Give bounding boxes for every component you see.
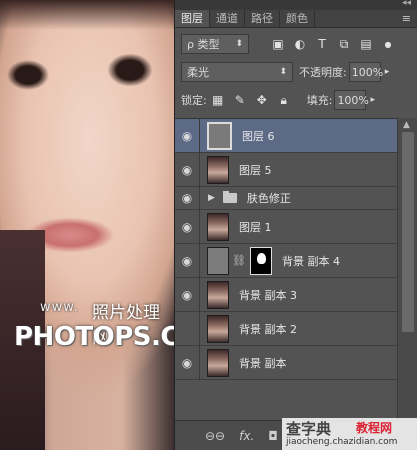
fx-icon[interactable]: fx. [239, 429, 254, 443]
filter-type-icon[interactable]: T [311, 37, 333, 51]
layer-name[interactable]: 图层 6 [242, 128, 275, 144]
blend-mode-value: 柔光 [187, 66, 209, 79]
tab-channels[interactable]: 通道 [210, 10, 245, 27]
layer-row[interactable]: ◉ 背景 副本 [175, 345, 397, 380]
layer-name[interactable]: 背景 副本 4 [282, 253, 340, 269]
filter-smartobject-icon[interactable]: ▤ [355, 37, 377, 51]
watermark-tag: 教程网 [356, 421, 393, 435]
divider [199, 186, 200, 210]
chain-link-icon[interactable]: ⛓ [232, 254, 246, 267]
layer-row[interactable]: ◉ 背景 副本 3 [175, 277, 397, 312]
tab-paths[interactable]: 路径 [245, 10, 280, 27]
watermark-url: www. [40, 300, 79, 315]
layer-name[interactable]: 肤色修正 [247, 190, 291, 206]
filter-type-select[interactable]: ρ 类型 ⬍ [181, 34, 249, 54]
lock-row: 锁定: ▦ ✎ ✥ 🔒︎ 填充: 100% ▸ [175, 86, 417, 114]
eye-icon[interactable]: ◉ [175, 322, 199, 336]
lock-transparency-icon[interactable]: ▦ [207, 93, 229, 107]
collapse-icon[interactable]: ◂◂ [402, 0, 411, 8]
filter-toggle-icon[interactable]: ● [377, 40, 399, 49]
fill-input[interactable]: 100% [334, 90, 369, 110]
chevron-updown-icon: ⬍ [235, 39, 243, 49]
photo-canvas: www. 照片处理网 PHOTOPS.COM [0, 0, 226, 450]
eye-icon[interactable]: ◉ [175, 254, 199, 268]
folder-icon [222, 191, 237, 203]
link-layers-icon[interactable]: ⊖⊖ [205, 429, 225, 443]
layer-row[interactable]: ◉ 图层 6 [175, 119, 397, 153]
add-mask-icon[interactable]: ◘ [268, 429, 278, 443]
opacity-label: 不透明度: [299, 66, 347, 79]
blend-mode-select[interactable]: 柔光 ⬍ [181, 62, 293, 82]
lock-label: 锁定: [181, 94, 207, 107]
site-watermark: 查字典 教程网 jiaocheng.chazidian.com [282, 418, 417, 450]
fill-dropdown-icon[interactable]: ▸ [370, 95, 375, 105]
filter-type-label: ρ 类型 [187, 38, 220, 51]
watermark-title: 查字典 [286, 420, 332, 438]
layer-row[interactable]: ◉ 图层 1 [175, 209, 397, 244]
eye-icon[interactable]: ◉ [175, 163, 199, 177]
layer-thumbnail [207, 121, 232, 150]
eye-icon[interactable]: ◉ [175, 191, 199, 205]
layer-row[interactable]: ◉ ⛓ 背景 副本 4 [175, 243, 397, 278]
filter-adjustment-icon[interactable]: ◐ [289, 37, 311, 51]
filter-row: ρ 类型 ⬍ ▣ ◐ T ⧉ ▤ ● [175, 30, 417, 58]
panel-tabs: 图层 通道 路径 颜色 ≡ [175, 10, 417, 28]
eye-icon[interactable]: ◉ [175, 129, 199, 143]
fill-label: 填充: [306, 94, 333, 107]
layer-name[interactable]: 图层 5 [239, 162, 272, 178]
layer-name[interactable]: 背景 副本 [239, 355, 287, 371]
layer-row[interactable]: ◉ 图层 5 [175, 152, 397, 187]
watermark-site-url: jiaocheng.chazidian.com [286, 437, 398, 447]
opacity-value: 100% [351, 65, 384, 79]
fill-value: 100% [337, 93, 369, 107]
layer-thumbnail [207, 155, 229, 184]
layer-thumbnail [207, 314, 229, 343]
scroll-up-icon[interactable]: ▲ [403, 120, 410, 130]
divider [199, 243, 200, 278]
layer-mask-thumbnail[interactable] [249, 246, 272, 275]
filter-pixel-icon[interactable]: ▣ [267, 37, 289, 51]
chevron-updown-icon: ⬍ [279, 67, 287, 77]
hair-top [0, 0, 174, 30]
divider [199, 209, 200, 244]
tab-color[interactable]: 颜色 [280, 10, 315, 27]
layer-group-row[interactable]: ◉ ▶ 肤色修正 [175, 186, 397, 210]
eye-icon[interactable]: ◉ [175, 356, 199, 370]
scroll-thumb[interactable] [402, 132, 414, 332]
blend-row: 柔光 ⬍ 不透明度: 100% ▸ [175, 58, 417, 86]
layer-thumbnail [207, 348, 229, 377]
opacity-input[interactable]: 100% [348, 62, 384, 82]
layer-name[interactable]: 背景 副本 3 [239, 287, 297, 303]
divider [199, 311, 200, 346]
eye-icon[interactable]: ◉ [175, 288, 199, 302]
lock-brush-icon[interactable]: ✎ [229, 93, 251, 107]
opacity-dropdown-icon[interactable]: ▸ [385, 67, 390, 77]
layer-thumbnail [207, 246, 229, 275]
layers-scrollbar[interactable]: ▲ [397, 118, 417, 420]
filter-shape-icon[interactable]: ⧉ [333, 37, 355, 52]
tab-layers[interactable]: 图层 [175, 10, 210, 27]
panel-top-strip: ◂◂ [175, 0, 417, 10]
layer-thumbnail [207, 212, 229, 241]
eye-icon[interactable]: ◉ [175, 220, 199, 234]
panel-menu-icon[interactable]: ≡ [402, 12, 411, 25]
divider [199, 152, 200, 187]
layer-thumbnail [207, 280, 229, 309]
layers-panel: ◂◂ 图层 通道 路径 颜色 ≡ ρ 类型 ⬍ ▣ ◐ T ⧉ ▤ ● 柔光 ⬍… [174, 0, 417, 450]
layer-name[interactable]: 图层 1 [239, 219, 272, 235]
divider [199, 119, 200, 153]
divider [199, 277, 200, 312]
divider [199, 345, 200, 380]
lock-move-icon[interactable]: ✥ [251, 93, 273, 107]
lock-all-icon[interactable]: 🔒︎ [273, 93, 295, 108]
expand-arrow-icon[interactable]: ▶ [208, 193, 215, 203]
layer-row[interactable]: ◉ 背景 副本 2 [175, 311, 397, 346]
layer-name[interactable]: 背景 副本 2 [239, 321, 297, 337]
layers-list: ◉ 图层 6 ◉ 图层 5 ◉ ▶ 肤色修正 ◉ 图层 1 ◉ ⛓ 背景 副本 … [175, 118, 397, 420]
